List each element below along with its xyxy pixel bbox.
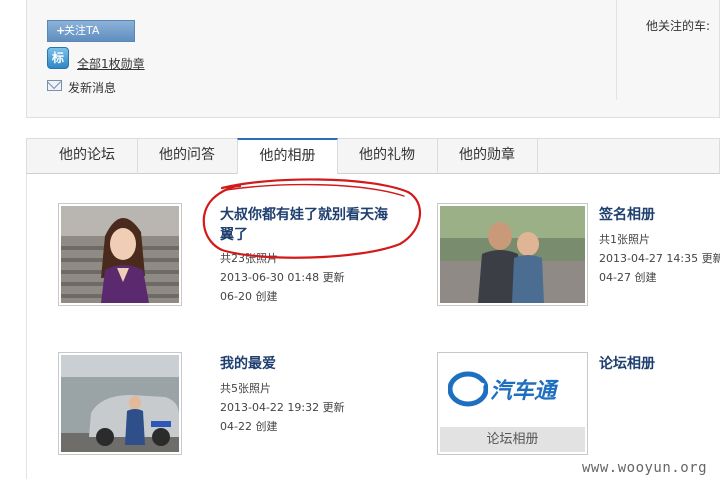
album-title-4[interactable]: 论坛相册 xyxy=(599,354,655,374)
tab-medals[interactable]: 他的勋章 xyxy=(437,138,538,174)
medal-icon: 标 xyxy=(47,47,69,69)
watermark: www.wooyun.org xyxy=(582,460,708,476)
tab-gifts[interactable]: 他的礼物 xyxy=(337,138,438,174)
tab-qa[interactable]: 他的问答 xyxy=(137,138,238,174)
follow-label: 关注TA xyxy=(64,24,100,37)
plus-icon: + xyxy=(56,24,66,37)
tab-album[interactable]: 他的相册 xyxy=(237,138,338,175)
album-count-3: 共5张照片 xyxy=(220,382,271,395)
logo-text: 汽车通 xyxy=(490,379,557,404)
album-updated-3: 2013-04-22 19:32 更新 xyxy=(220,401,345,414)
album-count-2: 共1张照片 xyxy=(599,233,650,246)
follow-button[interactable]: + 关注TA xyxy=(47,20,135,42)
album-created-3: 04-22 创建 xyxy=(220,420,278,433)
send-message-link[interactable]: 发新消息 xyxy=(68,79,116,96)
album-created-2: 04-27 创建 xyxy=(599,271,657,284)
album-created-1: 06-20 创建 xyxy=(220,290,278,303)
album-logo-cover-4: 汽车通 论坛相册 xyxy=(440,355,585,452)
album-updated-2: 2013-04-27 14:35 更新 xyxy=(599,252,720,265)
album-cover-2[interactable] xyxy=(437,203,588,306)
album-cover-4[interactable]: 汽车通 论坛相册 xyxy=(437,352,588,455)
car-logo-icon xyxy=(448,371,488,407)
profile-divider xyxy=(616,0,617,100)
album-title-3[interactable]: 我的最爱 xyxy=(220,354,276,374)
album-cover-3[interactable] xyxy=(58,352,182,455)
album-updated-1: 2013-06-30 01:48 更新 xyxy=(220,271,345,284)
annotation-circle xyxy=(202,178,422,259)
all-medals-link[interactable]: 全部1枚勋章 xyxy=(77,55,145,72)
album-caption-4: 论坛相册 xyxy=(440,427,585,452)
tab-forum[interactable]: 他的论坛 xyxy=(37,138,138,174)
album-title-2[interactable]: 签名相册 xyxy=(599,205,655,225)
followed-cars-label: 他关注的车: xyxy=(646,19,711,33)
album-photo-2 xyxy=(440,206,585,303)
mail-icon xyxy=(47,80,62,91)
album-photo-1 xyxy=(61,206,179,303)
album-photo-3 xyxy=(61,355,179,452)
album-cover-1[interactable] xyxy=(58,203,182,306)
